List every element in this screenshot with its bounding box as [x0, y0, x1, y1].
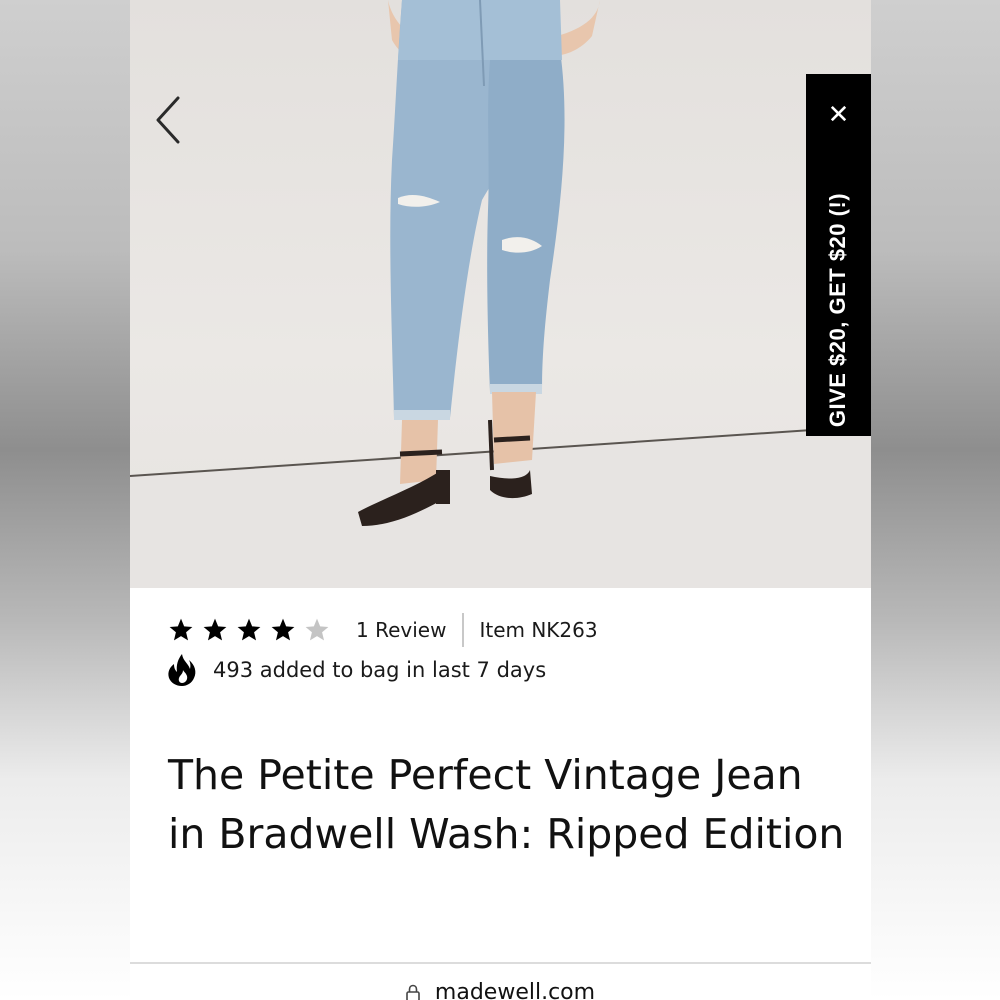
product-info: 1 Review Item NK263 493 added to bag in … — [130, 588, 871, 1000]
star-filled-icon — [237, 618, 261, 641]
star-filled-icon — [203, 618, 227, 641]
browser-url-bar[interactable]: madewell.com — [130, 980, 871, 1000]
star-filled-icon — [271, 618, 295, 641]
divider — [462, 613, 465, 647]
url-text: madewell.com — [434, 980, 596, 1000]
popularity-row: 493 added to bag in last 7 days — [166, 650, 546, 690]
product-image[interactable]: ✕ GIVE $20, GET $20 (!) — [130, 0, 871, 588]
chevron-left-icon — [156, 96, 180, 144]
close-icon[interactable]: ✕ — [806, 100, 871, 130]
flame-icon — [168, 654, 196, 686]
promo-label[interactable]: GIVE $20, GET $20 (!) — [823, 180, 853, 440]
rating-row: 1 Review Item NK263 — [168, 612, 598, 648]
lock-icon — [406, 984, 420, 1000]
product-page: ✕ GIVE $20, GET $20 (!) 1 Review Item NK… — [130, 0, 871, 1000]
product-photo — [130, 0, 871, 588]
star-empty-icon — [305, 618, 329, 641]
star-filled-icon — [169, 618, 193, 641]
product-title: The Petite Perfect Vintage Jean in Bradw… — [168, 751, 845, 858]
divider — [130, 962, 871, 964]
referral-promo-tab[interactable]: ✕ GIVE $20, GET $20 (!) — [806, 74, 871, 436]
popularity-text: 493 added to bag in last 7 days — [213, 658, 547, 682]
star-rating[interactable] — [168, 617, 338, 643]
previous-image-button[interactable] — [152, 92, 188, 148]
review-count-link[interactable]: 1 Review — [356, 618, 446, 642]
item-number: Item NK263 — [479, 618, 598, 642]
